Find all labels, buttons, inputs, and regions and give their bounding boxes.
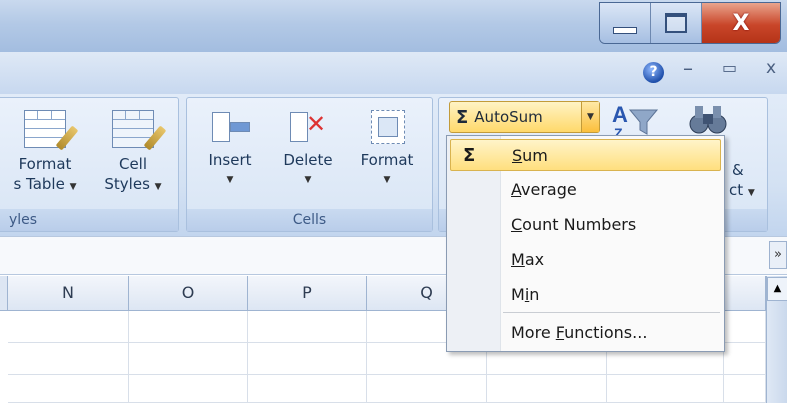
menu-item-more-functions-label: More Functions...	[511, 323, 648, 342]
menu-item-max-label: Max	[511, 250, 545, 269]
vertical-scrollbar[interactable]: ▲	[766, 276, 787, 403]
menu-separator	[503, 312, 720, 313]
autosum-dropdown-arrow[interactable]: ▼	[581, 102, 599, 132]
dropdown-arrow-icon: ▼	[154, 182, 162, 192]
column-header-o[interactable]: O	[129, 276, 248, 311]
sigma-icon: Σ	[463, 145, 476, 166]
delete-cells-icon: ✕	[288, 108, 328, 144]
delete-label: Delete	[283, 151, 333, 169]
cell-styles-label-1: Cell	[118, 155, 148, 173]
autosum-dropdown-menu: Σ Sum Average Count Numbers Max Min More…	[446, 135, 725, 352]
title-bar: X	[0, 0, 787, 52]
format-as-table-label-2: s Table	[13, 175, 65, 193]
help-icon[interactable]: ?	[643, 62, 664, 83]
close-button[interactable]: X	[702, 3, 780, 43]
insert-label: Insert	[208, 151, 252, 169]
menu-item-sum[interactable]: Σ Sum	[450, 139, 721, 171]
format-as-table-label-1: Format	[18, 155, 72, 173]
menu-item-min[interactable]: Min	[450, 279, 721, 311]
sort-filter-icon[interactable]: A Z	[610, 100, 658, 138]
cell-styles-button[interactable]: Cell Styles ▼	[95, 110, 171, 197]
format-label: Format	[360, 151, 414, 169]
cells-group: Insert ▼ ✕ Delete ▼ Format ▼ Cells	[186, 97, 433, 232]
menu-item-sum-label: Sum	[512, 146, 548, 165]
cell-styles-label-2: Styles	[104, 175, 150, 193]
workbook-restore-icon[interactable]: ▭	[722, 58, 737, 77]
format-button[interactable]: Format ▼	[349, 108, 425, 190]
insert-cells-icon	[210, 108, 250, 144]
svg-text:A: A	[612, 102, 628, 127]
workbook-close-icon[interactable]: x	[766, 58, 776, 78]
autosum-label: AutoSum	[474, 108, 543, 126]
format-cells-icon	[367, 108, 407, 144]
dropdown-arrow-icon: ▼	[69, 182, 77, 192]
maximize-button[interactable]	[651, 3, 702, 43]
find-select-label-partial: ct ▼	[729, 181, 755, 199]
scroll-up-icon[interactable]: ▲	[767, 277, 787, 301]
dropdown-arrow-icon: ▼	[226, 175, 234, 185]
find-select-icon[interactable]	[688, 102, 728, 138]
cells-group-label: Cells	[187, 209, 432, 231]
restore-icon	[665, 13, 687, 33]
close-icon: X	[732, 10, 750, 36]
format-as-table-button[interactable]: Format s Table ▼	[5, 110, 85, 197]
sigma-icon: Σ	[456, 106, 469, 128]
table-format-icon	[24, 110, 79, 151]
workbook-minimize-icon[interactable]: –	[683, 56, 693, 80]
menu-item-count-numbers-label: Count Numbers	[511, 215, 637, 234]
dropdown-arrow-icon: ▼	[304, 175, 312, 185]
expand-formula-bar-button[interactable]: »	[769, 241, 787, 269]
workbook-control-row: ? – ▭ x	[0, 52, 787, 94]
column-header-n[interactable]: N	[8, 276, 129, 311]
minimize-button[interactable]	[600, 3, 651, 43]
column-header-p[interactable]: P	[248, 276, 367, 311]
column-header-partial	[0, 276, 8, 311]
menu-item-more-functions[interactable]: More Functions...	[450, 317, 721, 349]
menu-item-count-numbers[interactable]: Count Numbers	[450, 209, 721, 241]
window-controls: X	[599, 2, 781, 44]
menu-item-average[interactable]: Average	[450, 174, 721, 206]
cell-styles-icon	[112, 110, 167, 151]
menu-item-max[interactable]: Max	[450, 244, 721, 276]
sort-filter-label-partial: &	[732, 161, 744, 179]
column-header-t[interactable]	[724, 276, 766, 311]
styles-group-label: yles	[0, 209, 178, 231]
menu-item-average-label: Average	[511, 180, 577, 199]
dropdown-arrow-icon: ▼	[383, 175, 391, 185]
delete-button[interactable]: ✕ Delete ▼	[273, 108, 343, 190]
menu-item-min-label: Min	[511, 285, 540, 304]
autosum-button[interactable]: Σ AutoSum ▼	[449, 101, 600, 133]
minimize-icon	[613, 26, 637, 34]
insert-button[interactable]: Insert ▼	[195, 108, 265, 190]
styles-group: Format s Table ▼ Cell Styles ▼ yles	[0, 97, 179, 232]
